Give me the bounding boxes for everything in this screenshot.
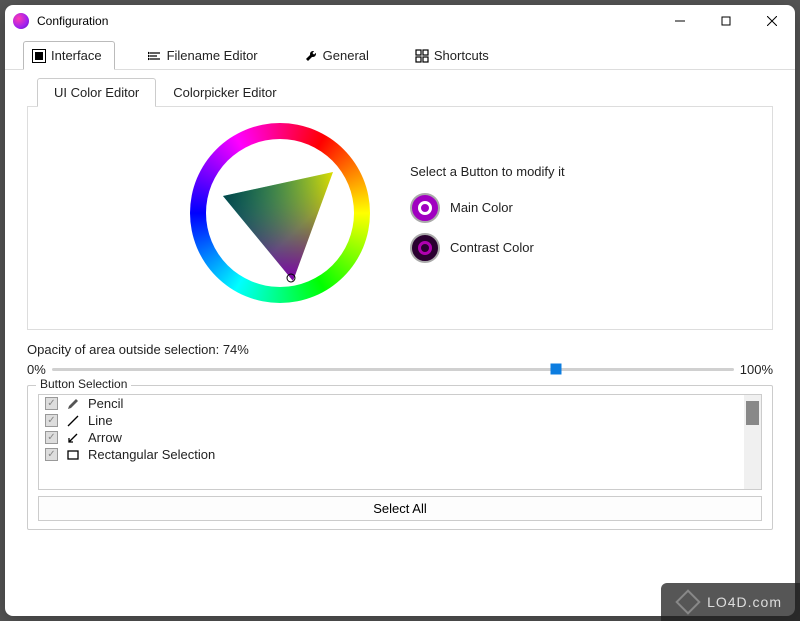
main-color-label: Main Color <box>450 200 513 215</box>
minimize-button[interactable] <box>657 5 703 37</box>
window-title: Configuration <box>37 14 657 28</box>
list-item: ✓ Rectangular Selection <box>39 446 761 463</box>
color-buttons: Select a Button to modify it Main Color … <box>410 164 610 263</box>
tab-interface[interactable]: Interface <box>23 41 115 69</box>
config-window: Configuration Interface Filename Editor … <box>5 5 795 616</box>
list-item: ✓ Arrow <box>39 429 761 446</box>
line-icon <box>66 414 80 428</box>
button-selection-legend: Button Selection <box>36 377 131 391</box>
opacity-section: Opacity of area outside selection: 74% 0… <box>27 342 773 379</box>
scroll-thumb[interactable] <box>746 401 759 425</box>
ui-color-editor-panel: Select a Button to modify it Main Color … <box>27 107 773 330</box>
pencil-icon <box>66 397 80 411</box>
tab-general[interactable]: General <box>295 41 382 69</box>
checkbox[interactable]: ✓ <box>45 397 58 410</box>
checkbox[interactable]: ✓ <box>45 414 58 427</box>
tab-filename-editor[interactable]: Filename Editor <box>139 41 271 69</box>
opacity-min-label: 0% <box>27 362 46 377</box>
watermark-logo-icon <box>675 589 700 614</box>
content-area: UI Color Editor Colorpicker Editor <box>5 70 795 616</box>
titlebar[interactable]: Configuration <box>5 5 795 37</box>
contrast-color-swatch-icon <box>410 233 440 263</box>
opacity-label: Opacity of area outside selection: 74% <box>27 342 773 357</box>
subtab-ui-color-editor[interactable]: UI Color Editor <box>37 78 156 106</box>
button-selection-fieldset: Button Selection ✓ Pencil ✓ Line ✓ Arrow <box>27 385 773 530</box>
sub-tabbar: UI Color Editor Colorpicker Editor <box>27 78 773 107</box>
main-tabbar: Interface Filename Editor General Shortc… <box>5 37 795 70</box>
tab-shortcuts-label: Shortcuts <box>434 48 489 63</box>
close-button[interactable] <box>749 5 795 37</box>
subtab-colorpicker-editor[interactable]: Colorpicker Editor <box>156 78 293 106</box>
scrollbar[interactable] <box>744 395 761 489</box>
grid-icon <box>415 49 429 63</box>
opacity-slider[interactable] <box>52 359 734 379</box>
tool-label: Pencil <box>88 396 123 411</box>
tool-label: Line <box>88 413 113 428</box>
opacity-max-label: 100% <box>740 362 773 377</box>
checkbox[interactable]: ✓ <box>45 431 58 444</box>
checkbox[interactable]: ✓ <box>45 448 58 461</box>
color-wheel[interactable] <box>190 123 370 303</box>
sv-triangle-icon <box>205 138 355 288</box>
slider-track <box>52 368 734 371</box>
app-icon <box>13 13 29 29</box>
tool-label: Arrow <box>88 430 122 445</box>
list-item: ✓ Pencil <box>39 395 761 412</box>
watermark: LO4D.com <box>661 583 800 621</box>
interface-icon <box>32 49 46 63</box>
main-color-button[interactable]: Main Color <box>410 193 610 223</box>
color-hint: Select a Button to modify it <box>410 164 610 179</box>
filename-icon <box>148 49 162 63</box>
contrast-color-button[interactable]: Contrast Color <box>410 233 610 263</box>
tab-general-label: General <box>323 48 369 63</box>
contrast-color-label: Contrast Color <box>450 240 534 255</box>
tool-label: Rectangular Selection <box>88 447 215 462</box>
tab-interface-label: Interface <box>51 48 102 63</box>
watermark-text: LO4D.com <box>707 594 782 610</box>
select-all-button[interactable]: Select All <box>38 496 762 521</box>
opacity-slider-row: 0% 100% <box>27 359 773 379</box>
list-item: ✓ Line <box>39 412 761 429</box>
slider-thumb[interactable] <box>551 364 562 375</box>
wrench-icon <box>304 49 318 63</box>
rectangle-icon <box>66 448 80 462</box>
tab-shortcuts[interactable]: Shortcuts <box>406 41 502 69</box>
window-buttons <box>657 5 795 37</box>
tool-list[interactable]: ✓ Pencil ✓ Line ✓ Arrow ✓ Rectan <box>38 394 762 490</box>
main-color-swatch-icon <box>410 193 440 223</box>
maximize-button[interactable] <box>703 5 749 37</box>
tab-filename-label: Filename Editor <box>167 48 258 63</box>
arrow-icon <box>66 431 80 445</box>
